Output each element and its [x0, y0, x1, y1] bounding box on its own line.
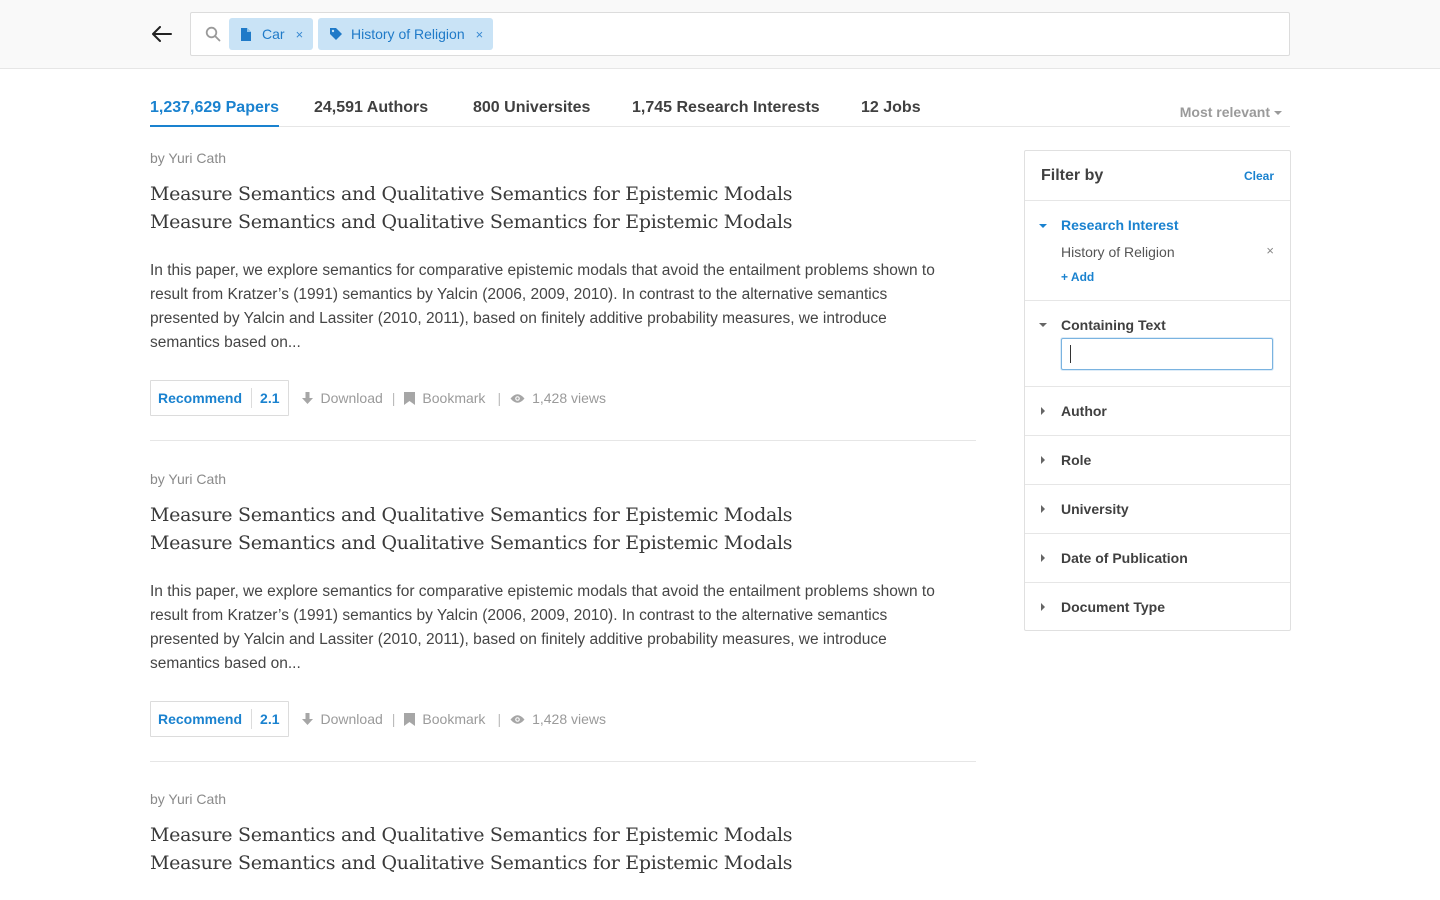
- filter-section-label: Date of Publication: [1061, 550, 1188, 566]
- download-button[interactable]: Download: [301, 390, 383, 406]
- tab-jobs[interactable]: 12 Jobs: [861, 96, 921, 127]
- tab-papers[interactable]: 1,237,629 Papers: [150, 96, 279, 127]
- filter-section-containing-text: Containing Text: [1025, 301, 1290, 387]
- download-label: Download: [320, 711, 383, 727]
- containing-text-input[interactable]: [1061, 338, 1273, 370]
- tag-icon: [330, 28, 342, 41]
- recommend-box: Recommend 2.1: [150, 380, 289, 416]
- result-actions: Recommend 2.1 Download | Bookmark | 1,42…: [150, 701, 606, 737]
- filter-section-label: University: [1061, 501, 1129, 517]
- filter-section-label[interactable]: Containing Text: [1061, 317, 1166, 333]
- sort-dropdown[interactable]: Most relevant: [1180, 104, 1282, 120]
- result-title[interactable]: Measure Semantics and Qualitative Semant…: [150, 821, 870, 877]
- divider: [150, 761, 976, 762]
- result-abstract: In this paper, we explore semantics for …: [150, 583, 935, 672]
- filter-section-author[interactable]: Author: [1025, 387, 1290, 436]
- arrow-left-icon: [152, 26, 172, 42]
- search-chip-car[interactable]: Car ×: [229, 18, 314, 50]
- filter-section-role[interactable]: Role: [1025, 436, 1290, 485]
- filter-section-university[interactable]: University: [1025, 485, 1290, 534]
- filter-header: Filter by Clear: [1025, 151, 1290, 201]
- result-tabs: 1,237,629 Papers 24,591 Authors 800 Univ…: [150, 96, 1290, 127]
- back-button[interactable]: [150, 22, 174, 46]
- caret-down-icon[interactable]: [1039, 323, 1047, 327]
- recommend-button[interactable]: Recommend: [151, 709, 253, 729]
- chip-label: Car: [262, 26, 285, 42]
- result-item: by Yuri Cath Measure Semantics and Quali…: [150, 150, 976, 450]
- bookmark-button[interactable]: Bookmark: [404, 711, 485, 727]
- result-actions: Recommend 2.1 Download | Bookmark | 1,42…: [150, 380, 606, 416]
- text-cursor: [1070, 345, 1071, 363]
- search-icon: [205, 26, 221, 42]
- bookmark-label: Bookmark: [422, 390, 486, 406]
- eye-icon: [510, 714, 525, 724]
- result-item: by Yuri Cath Measure Semantics and Quali…: [150, 791, 976, 900]
- divider: [150, 440, 976, 441]
- caret-down-icon[interactable]: [1039, 224, 1047, 228]
- tab-universities[interactable]: 800 Universites: [473, 96, 590, 127]
- search-chip-history-of-religion[interactable]: History of Religion ×: [318, 18, 494, 50]
- close-icon[interactable]: ×: [1266, 243, 1274, 258]
- views-label: 1,428 views: [532, 390, 607, 406]
- views-count: 1,428 views: [510, 390, 606, 406]
- result-author[interactable]: by Yuri Cath: [150, 791, 226, 807]
- filter-title: Filter by: [1041, 167, 1104, 184]
- result-author[interactable]: by Yuri Cath: [150, 150, 226, 166]
- filter-section-date-of-publication[interactable]: Date of Publication: [1025, 534, 1290, 583]
- caret-right-icon: [1041, 554, 1045, 562]
- tab-authors[interactable]: 24,591 Authors: [314, 96, 428, 127]
- views-count: 1,428 views: [510, 711, 606, 727]
- result-author[interactable]: by Yuri Cath: [150, 471, 226, 487]
- caret-down-icon: [1274, 111, 1282, 116]
- recommend-score: 2.1: [260, 711, 280, 727]
- top-bar: Car × History of Religion ×: [0, 0, 1440, 69]
- caret-right-icon: [1041, 456, 1045, 464]
- download-icon: [301, 712, 313, 725]
- result-title[interactable]: Measure Semantics and Qualitative Semant…: [150, 180, 870, 236]
- separator: |: [497, 711, 502, 727]
- filter-section-label: Author: [1061, 403, 1107, 419]
- views-label: 1,428 views: [532, 711, 607, 727]
- filter-section-label: Role: [1061, 452, 1092, 468]
- document-icon: [241, 27, 253, 41]
- sort-label: Most relevant: [1179, 104, 1270, 120]
- tab-research-interests[interactable]: 1,745 Research Interests: [632, 96, 820, 127]
- chip-label: History of Religion: [351, 26, 465, 42]
- filter-section-label[interactable]: Research Interest: [1061, 217, 1179, 233]
- separator: |: [497, 390, 502, 406]
- add-research-interest-button[interactable]: + Add: [1061, 270, 1094, 284]
- filter-section-research-interest: Research Interest History of Religion × …: [1025, 201, 1290, 301]
- caret-right-icon: [1041, 505, 1045, 513]
- close-icon[interactable]: ×: [476, 27, 484, 42]
- recommend-button[interactable]: Recommend: [151, 388, 253, 408]
- download-icon: [301, 391, 313, 404]
- caret-right-icon: [1041, 603, 1045, 611]
- bookmark-button[interactable]: Bookmark: [404, 390, 485, 406]
- close-icon[interactable]: ×: [296, 27, 304, 42]
- clear-filters-button[interactable]: Clear: [1244, 169, 1274, 183]
- download-label: Download: [320, 390, 383, 406]
- recommend-box: Recommend 2.1: [150, 701, 289, 737]
- bookmark-label: Bookmark: [422, 711, 486, 727]
- result-title[interactable]: Measure Semantics and Qualitative Semant…: [150, 501, 870, 557]
- separator: |: [391, 390, 396, 406]
- recommend-score: 2.1: [260, 390, 280, 406]
- bookmark-icon: [404, 391, 416, 405]
- bookmark-icon: [404, 712, 416, 726]
- filter-section-label: Document Type: [1061, 599, 1165, 615]
- separator: |: [391, 711, 396, 727]
- result-abstract: In this paper, we explore semantics for …: [150, 262, 935, 351]
- download-button[interactable]: Download: [301, 711, 383, 727]
- search-box[interactable]: Car × History of Religion ×: [190, 12, 1290, 56]
- filter-section-document-type[interactable]: Document Type: [1025, 583, 1290, 632]
- result-item: by Yuri Cath Measure Semantics and Quali…: [150, 471, 976, 771]
- filter-panel: Filter by Clear Research Interest Histor…: [1024, 150, 1291, 631]
- research-interest-value: History of Religion: [1061, 244, 1175, 260]
- eye-icon: [510, 393, 525, 403]
- caret-right-icon: [1041, 407, 1045, 415]
